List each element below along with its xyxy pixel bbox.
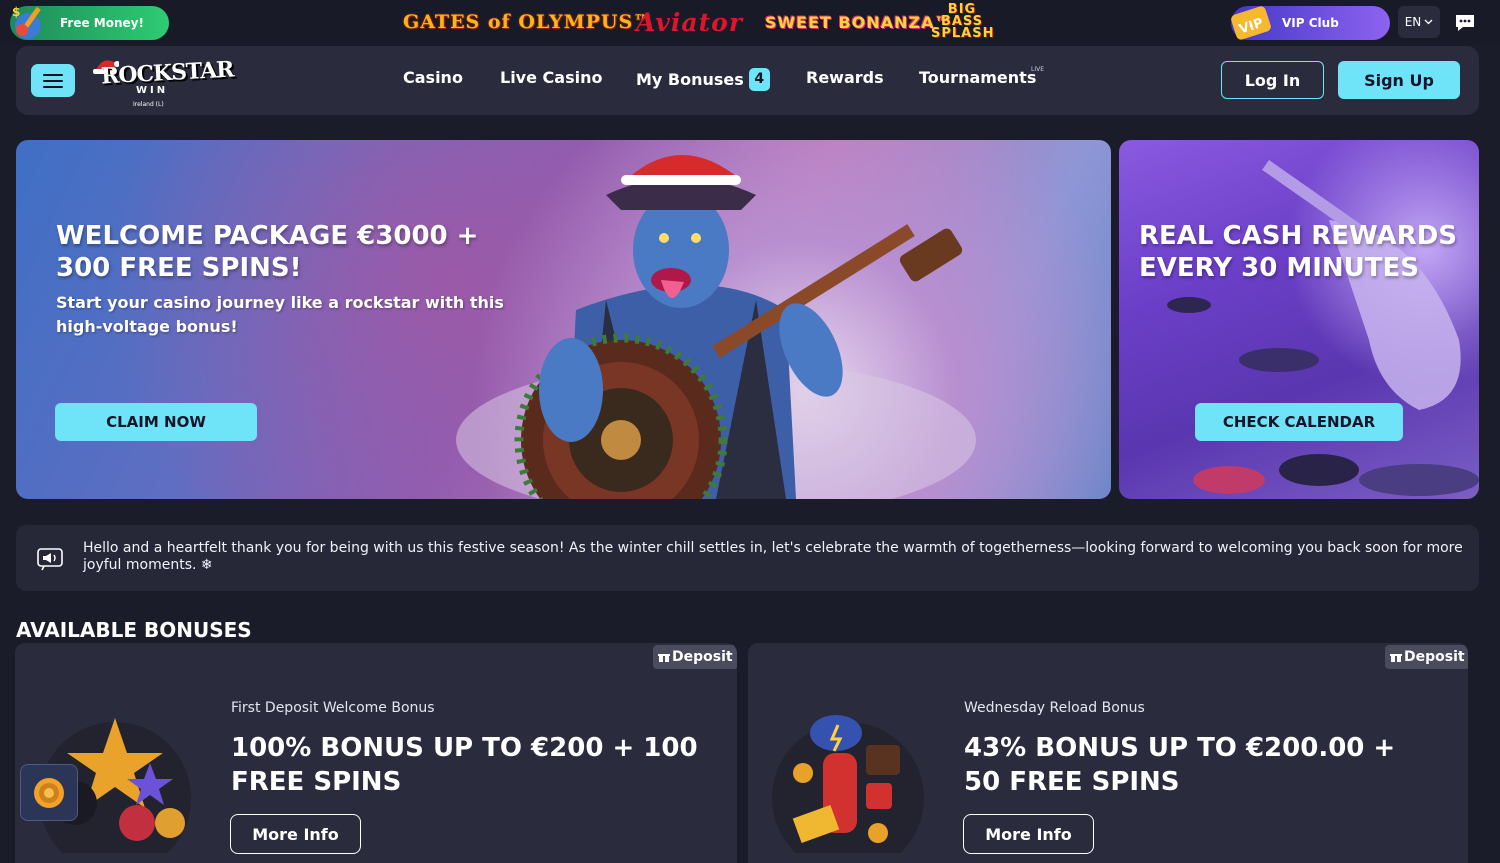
gift-icon (1390, 652, 1402, 662)
rockstar-guitarist-illustration (456, 155, 976, 499)
sweet-bonanza-link[interactable]: SWEET BONANZA™ (765, 8, 951, 36)
gift-icon (658, 652, 670, 662)
cash-rewards-title-line2: EVERY 30 MINUTES (1139, 253, 1419, 283)
chevron-down-icon (1424, 19, 1433, 25)
check-calendar-button[interactable]: CHECK CALENDAR (1195, 403, 1403, 441)
nav-tournaments[interactable]: Tournaments (919, 68, 1036, 87)
more-info-button[interactable]: More Info (230, 814, 361, 854)
vip-badge-icon: VIP (1231, 6, 1271, 40)
hamburger-icon-line (43, 85, 63, 88)
bonus-caption: First Deposit Welcome Bonus (231, 700, 435, 716)
cash-rewards-title-line1: REAL CASH REWARDS (1139, 221, 1458, 251)
top-promo-bar: $ Free Money! GATES of OLYMPUS™ Aviator … (0, 0, 1500, 44)
welcome-title-line2: 300 FREE SPINS! (56, 253, 302, 283)
nav-casino[interactable]: Casino (403, 68, 463, 87)
menu-button[interactable] (31, 64, 75, 97)
more-info-button[interactable]: More Info (963, 814, 1094, 854)
big-bass-splash-link[interactable]: BIG BASS SPLASH (931, 3, 993, 40)
announcement-text: Hello and a heartfelt thank you for bein… (83, 540, 1463, 573)
deposit-tag: Deposit (1385, 645, 1468, 669)
cash-rewards-title: REAL CASH REWARDS EVERY 30 MINUTES (1139, 220, 1457, 284)
big-bass-label: BIG BASS SPLASH (931, 2, 995, 41)
nav-rewards[interactable]: Rewards (806, 68, 884, 87)
main-header: ROCKSTAR WIN Ireland (L) Casino Live Cas… (16, 46, 1479, 115)
claim-now-button[interactable]: CLAIM NOW (55, 403, 257, 441)
welcome-package-banner[interactable]: WELCOME PACKAGE €3000 + 300 FREE SPINS! … (16, 140, 1111, 499)
nav-my-bonuses-label: My Bonuses (636, 70, 744, 89)
guitar-icon: $ (12, 5, 41, 39)
nav-live-casino-label: Live Casino (500, 68, 603, 87)
deposit-tag-label: Deposit (1404, 649, 1465, 665)
rockstar-win-logo[interactable]: ROCKSTAR WIN Ireland (L) (91, 50, 234, 112)
bonus-count-badge: 4 (748, 68, 770, 91)
nav-casino-label: Casino (403, 68, 463, 87)
free-money-label: Free Money! (60, 16, 144, 30)
guitar-dice-coins-illustration (772, 715, 924, 853)
announcement-bar: Hello and a heartfelt thank you for bein… (16, 525, 1479, 591)
language-selector[interactable]: EN (1398, 6, 1440, 38)
hamburger-icon-line (43, 73, 63, 76)
chat-bubble-icon (1456, 15, 1474, 31)
welcome-banner-subtitle: Start your casino journey like a rocksta… (56, 291, 504, 339)
gates-of-olympus-link[interactable]: GATES of OLYMPUS™ (403, 8, 653, 36)
megaphone-icon (37, 548, 63, 571)
hamburger-icon-line (43, 79, 63, 82)
language-label: EN (1404, 15, 1422, 29)
welcome-banner-title: WELCOME PACKAGE €3000 + 300 FREE SPINS! (56, 220, 478, 284)
logo-region: Ireland (L) (133, 101, 164, 108)
vip-club-button[interactable]: VIP VIP Club (1231, 6, 1390, 40)
bonus-caption: Wednesday Reload Bonus (964, 700, 1145, 716)
chat-button[interactable] (1450, 10, 1480, 36)
nav-my-bonuses[interactable]: My Bonuses 4 (636, 68, 770, 91)
coin-icon (34, 777, 64, 808)
cash-rewards-banner[interactable]: REAL CASH REWARDS EVERY 30 MINUTES CHECK… (1119, 140, 1479, 499)
bonus-title: 43% BONUS UP TO €200.00 + 50 FREE SPINS (964, 733, 1396, 797)
deposit-tag: Deposit (653, 645, 737, 669)
live-tag: LIVE (1031, 66, 1045, 73)
welcome-title-line1: WELCOME PACKAGE €3000 + (56, 221, 479, 251)
signup-button[interactable]: Sign Up (1338, 61, 1460, 99)
available-bonuses-heading: AVAILABLE BONUSES (16, 618, 252, 642)
bonus-title: 100% BONUS UP TO €200 + 100 FREE SPINS (231, 733, 698, 797)
bonus-card: Deposit Wednesday Reload Bonus 43% BONUS… (748, 643, 1468, 863)
free-money-button[interactable]: $ Free Money! (10, 5, 169, 40)
deposit-tag-label: Deposit (672, 649, 733, 665)
floating-coin-widget[interactable] (20, 764, 78, 821)
aviator-link[interactable]: Aviator (636, 8, 743, 37)
vip-club-label: VIP Club (1282, 16, 1339, 30)
nav-rewards-label: Rewards (806, 68, 884, 87)
svg-text:$: $ (12, 5, 20, 19)
welcome-sub-line1: Start your casino journey like a rocksta… (56, 293, 504, 312)
login-button[interactable]: Log In (1221, 61, 1324, 99)
nav-live-casino[interactable]: Live Casino (500, 68, 602, 87)
bonus-card: Deposit First Deposit Welcome Bonus 100%… (15, 643, 737, 863)
logo-subtext: WIN (136, 85, 169, 96)
welcome-sub-line2: high-voltage bonus! (56, 317, 238, 336)
guitar-and-chips-illustration (1167, 160, 1479, 496)
nav-tournaments-label: Tournaments (919, 68, 1037, 87)
